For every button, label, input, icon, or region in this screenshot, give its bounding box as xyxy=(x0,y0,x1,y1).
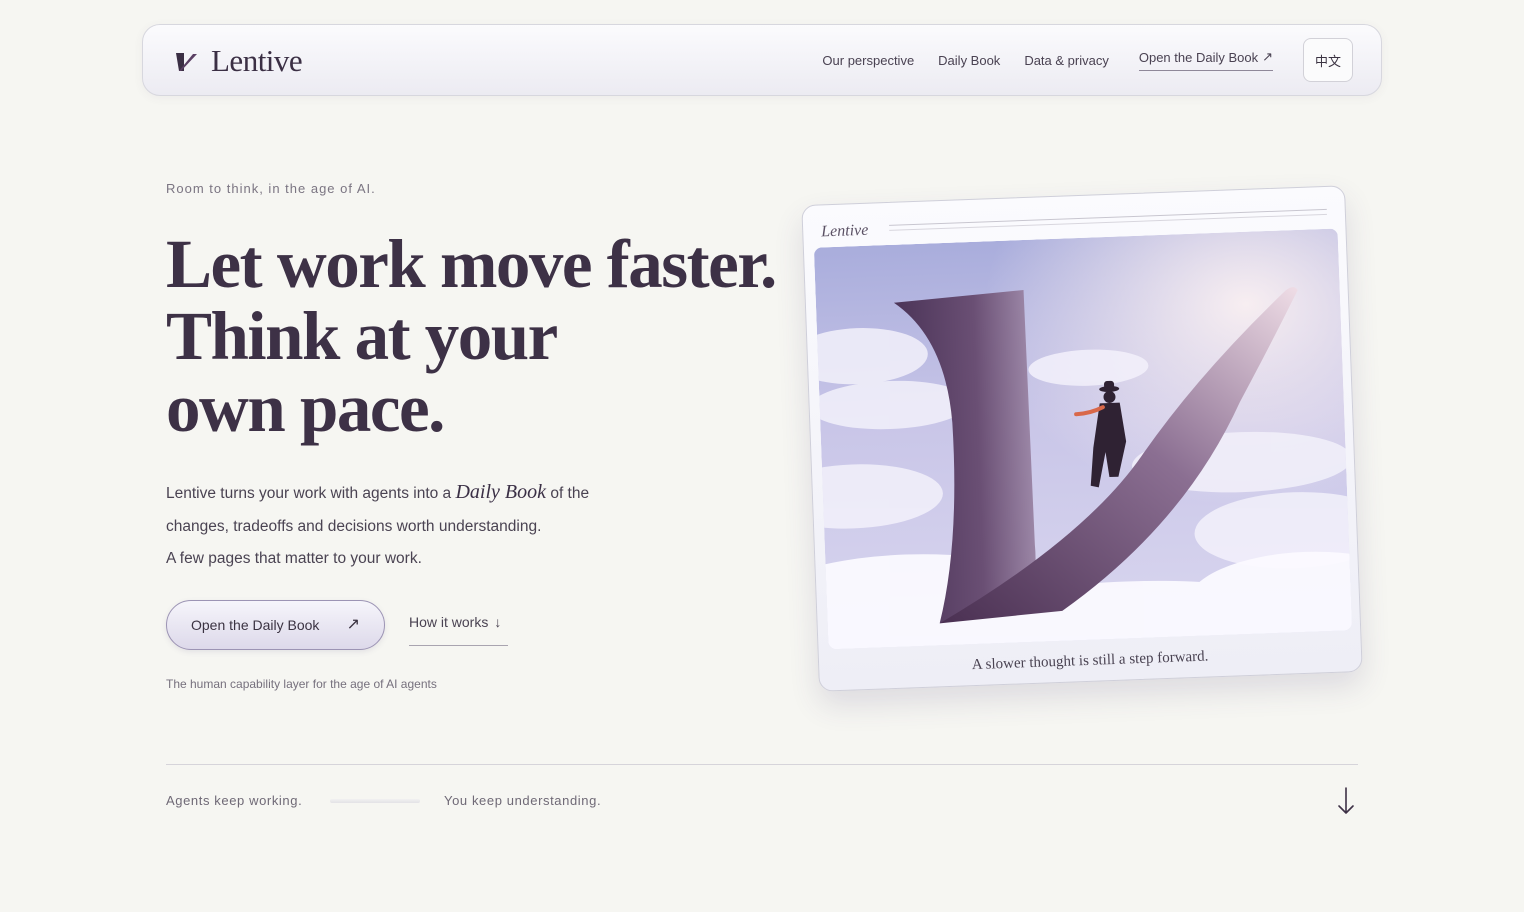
daily-book-preview-card: Lentive A slower thought is still a step… xyxy=(801,185,1363,692)
how-it-works-link[interactable]: How it works ↓ xyxy=(409,614,508,646)
hero-eyebrow: Room to think, in the age of AI. xyxy=(166,181,376,196)
card-header-rule xyxy=(889,208,1327,231)
headline-line-3: own pace. xyxy=(166,370,445,446)
arrow-up-right-icon: ↗ xyxy=(1262,49,1273,64)
lentive-l-path-illustration-icon xyxy=(813,228,1353,650)
hero-headline: Let work move faster. Think at your own … xyxy=(166,228,806,444)
nav-link-our-perspective[interactable]: Our perspective xyxy=(822,53,914,68)
nav-link-data-privacy[interactable]: Data & privacy xyxy=(1024,53,1109,68)
headline-line-2: Think at your xyxy=(166,298,558,374)
main-nav: Our perspective Daily Book Data & privac… xyxy=(822,38,1353,82)
desc-line-2: changes, tradeoffs and decisions worth u… xyxy=(166,517,542,535)
footer-agents-text: Agents keep working. xyxy=(166,793,303,808)
nav-cta-label: Open the Daily Book xyxy=(1138,49,1259,65)
section-divider xyxy=(166,764,1358,765)
footer-understanding-text: You keep understanding. xyxy=(444,793,602,808)
card-brand: Lentive xyxy=(820,221,869,241)
hero-tagline: The human capability layer for the age o… xyxy=(166,677,437,691)
card-caption: A slower thought is still a step forward… xyxy=(971,648,1209,674)
arrow-up-right-icon: ↗ xyxy=(346,616,360,633)
arrow-down-icon: ↓ xyxy=(494,614,502,630)
desc-daily-book-emphasis: Daily Book xyxy=(455,481,547,503)
headline-line-1: Let work move faster. xyxy=(166,226,777,302)
card-illustration xyxy=(813,228,1353,650)
hero-description: Lentive turns your work with agents into… xyxy=(166,476,646,576)
desc-pre: Lentive turns your work with agents into… xyxy=(166,485,456,502)
site-header: Lentive Our perspective Daily Book Data … xyxy=(142,24,1382,96)
desc-line-1: Lentive turns your work with agents into… xyxy=(166,476,646,511)
desc-line-3: A few pages that matter to your work. xyxy=(166,550,422,567)
brand-logo[interactable]: Lentive xyxy=(173,43,303,79)
language-toggle-button[interactable]: 中文 xyxy=(1303,38,1353,82)
lentive-logo-icon xyxy=(176,53,197,71)
how-it-works-label: How it works xyxy=(409,614,489,630)
nav-open-daily-book-link[interactable]: Open the Daily Book ↗ xyxy=(1138,49,1273,71)
arrow-down-icon[interactable] xyxy=(1334,785,1358,817)
open-daily-book-button[interactable]: Open the Daily Book ↗ xyxy=(166,600,385,650)
primary-button-label: Open the Daily Book xyxy=(191,617,320,633)
brand-name: Lentive xyxy=(211,43,303,78)
nav-link-daily-book[interactable]: Daily Book xyxy=(938,53,1000,68)
footer-connector-line xyxy=(330,799,420,803)
desc-post: of the xyxy=(546,485,590,502)
